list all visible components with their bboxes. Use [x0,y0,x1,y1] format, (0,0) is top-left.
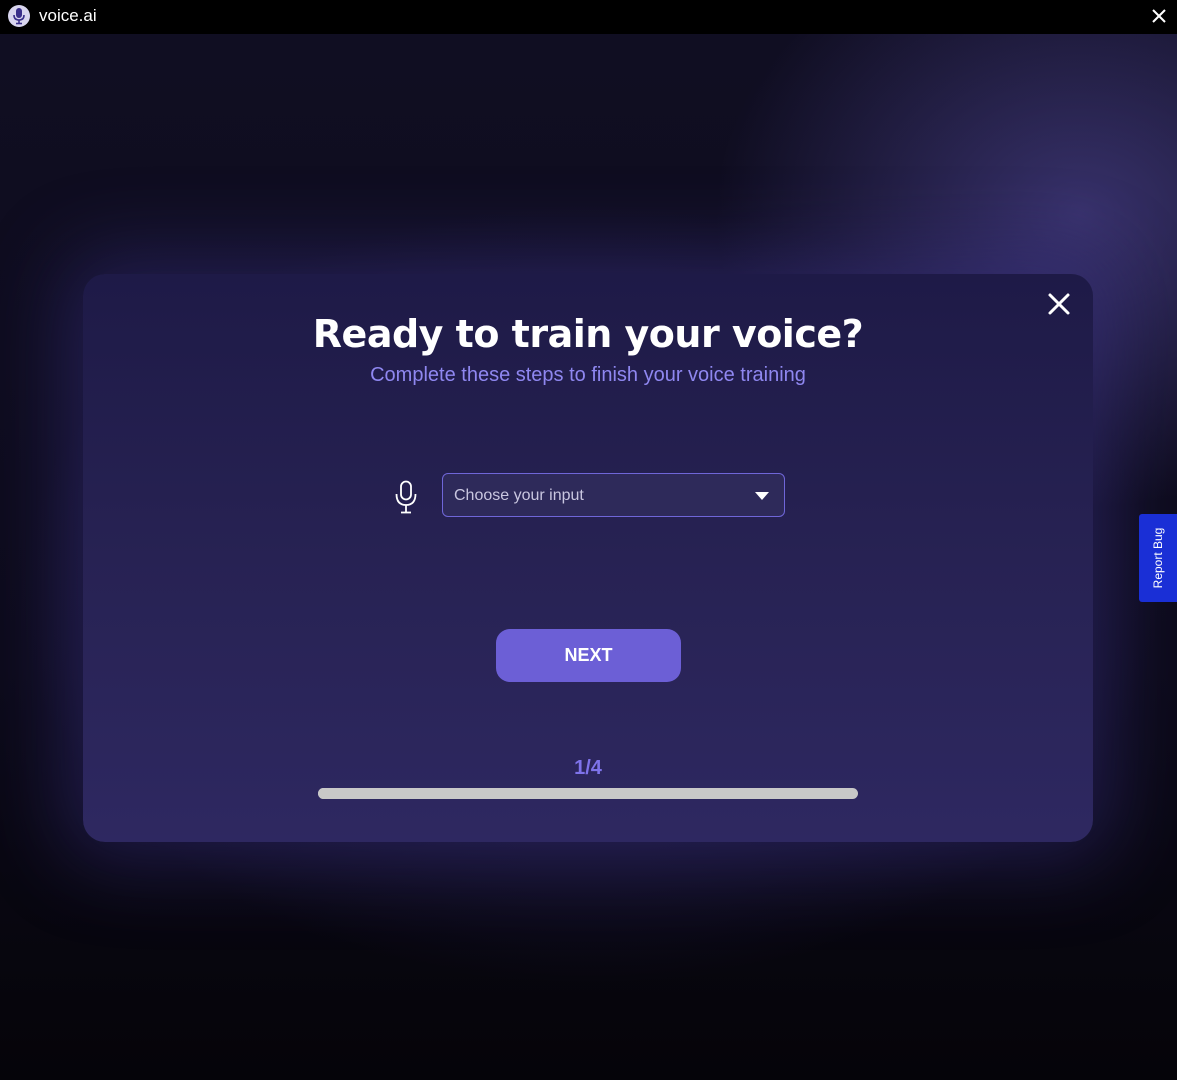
close-icon [1152,9,1166,23]
step-counter: 1/4 [574,757,602,779]
app-title: voice.ai [39,6,97,25]
input-device-select[interactable]: Choose your input [442,473,785,517]
report-bug-button[interactable]: Report Bug [1139,514,1177,602]
microphone-icon [394,480,418,514]
progress-bar-fill [318,788,453,799]
input-select-placeholder: Choose your input [454,487,584,504]
modal-subtitle: Complete these steps to finish your voic… [370,364,806,386]
microphone-logo-icon [8,5,30,27]
modal-title: Ready to train your voice? [312,312,864,356]
window-close-button[interactable] [1149,6,1169,26]
report-bug-label: Report Bug [1151,527,1165,589]
chevron-down-icon [755,492,769,500]
progress-bar [318,788,858,799]
next-button[interactable]: NEXT [496,629,681,682]
title-bar: voice.ai [0,0,1177,34]
voice-training-modal: Ready to train your voice? Complete thes… [83,274,1093,842]
